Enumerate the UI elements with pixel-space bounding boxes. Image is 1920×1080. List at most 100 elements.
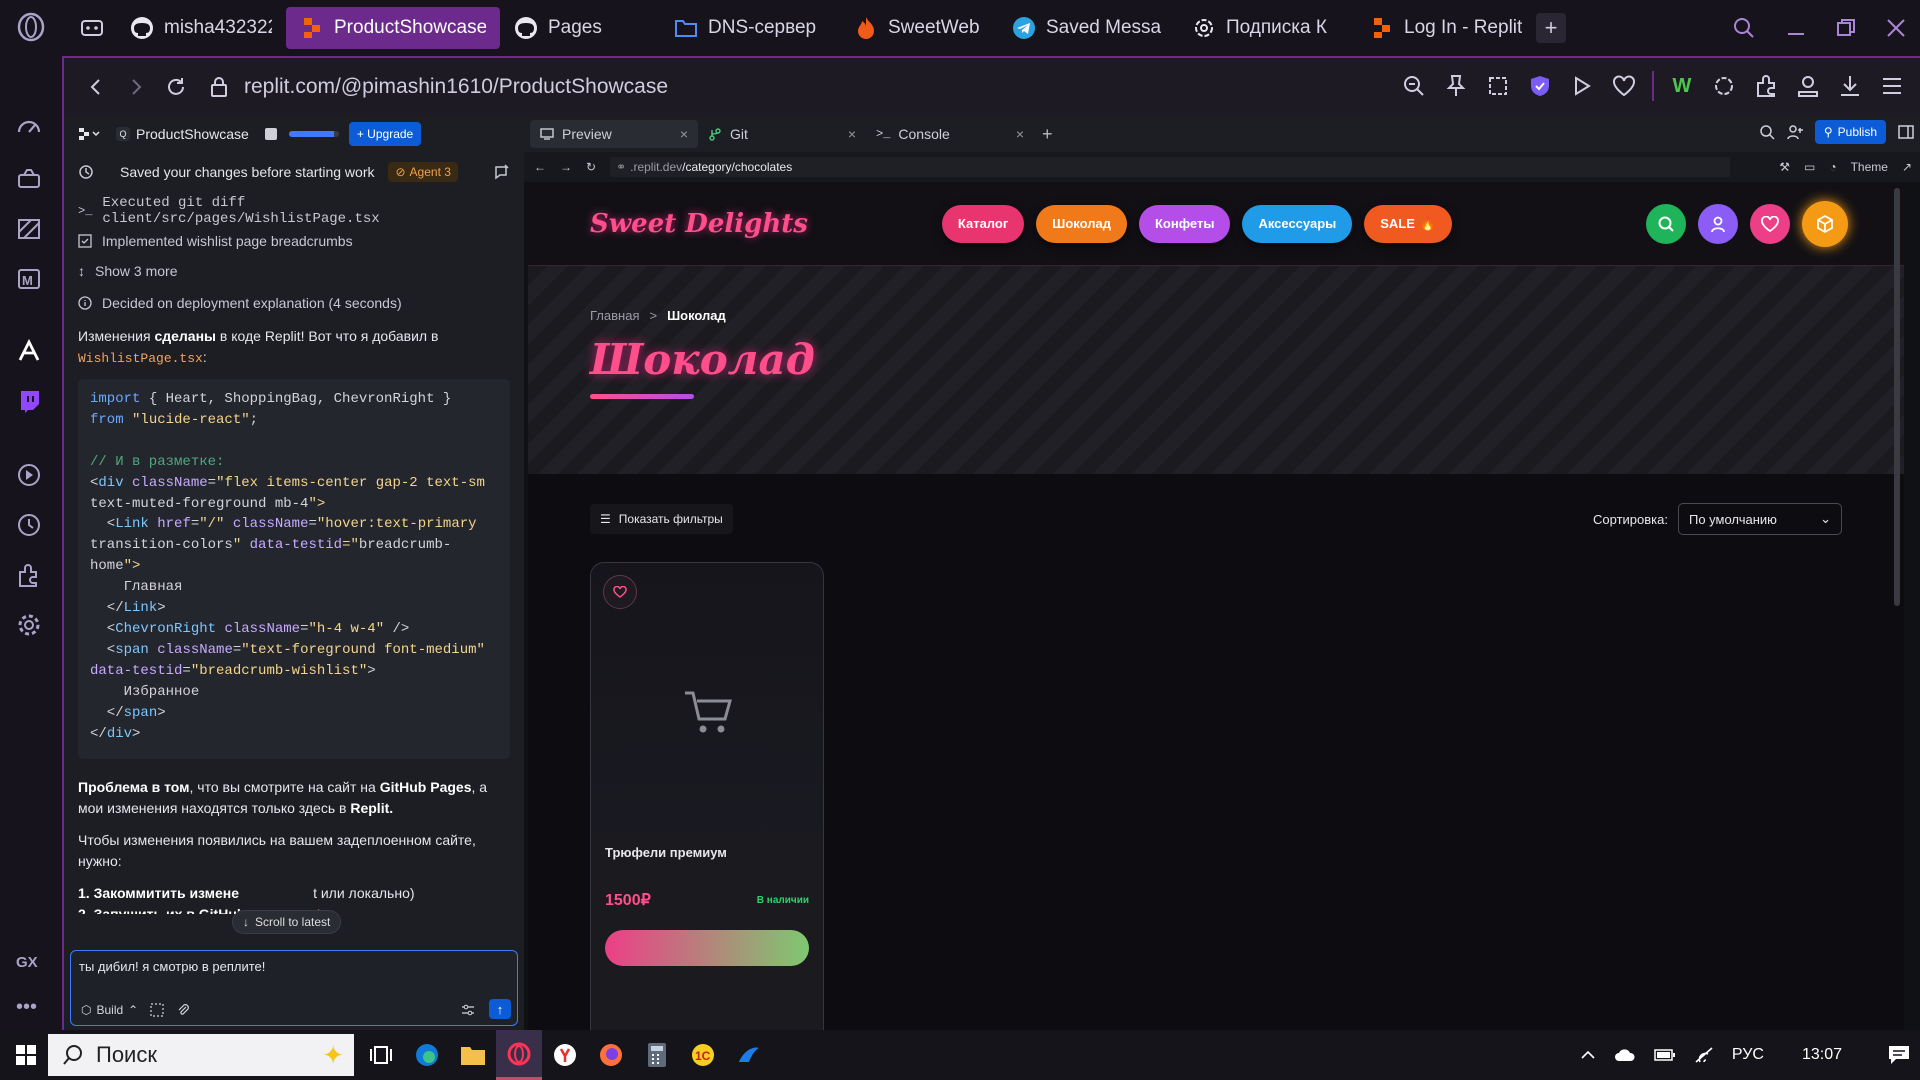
more-icon[interactable]: •••	[16, 996, 46, 1026]
edge-icon[interactable]	[404, 1030, 450, 1080]
breadcrumb-home[interactable]: Главная	[590, 308, 639, 323]
nav-candies[interactable]: Конфеты	[1138, 204, 1231, 243]
stop-icon[interactable]	[264, 128, 277, 140]
show-more-toggle[interactable]: ↕ Show 3 more	[64, 256, 524, 286]
windows-start-icon[interactable]	[4, 1030, 48, 1080]
forward-icon[interactable]	[116, 67, 156, 107]
easy-setup-icon[interactable]	[1878, 72, 1906, 100]
log-git-diff[interactable]: >_ Executed git diff client/src/pages/Wi…	[64, 195, 524, 227]
build-mode-selector[interactable]: ⬡ Build ⌃	[81, 1003, 138, 1017]
preview-back-icon[interactable]: ←	[534, 160, 546, 174]
tab-islands-icon[interactable]	[68, 4, 116, 52]
opera-gx-icon[interactable]	[496, 1030, 542, 1080]
onedrive-icon[interactable]	[1614, 1047, 1636, 1063]
invite-icon[interactable]	[1787, 124, 1803, 140]
palette-icon[interactable]: ◔	[1829, 160, 1836, 174]
project-name[interactable]: ProductShowcase	[136, 126, 249, 142]
add-tab-icon[interactable]: +	[1042, 124, 1053, 145]
tab-productshowcase[interactable]: ProductShowcase - Replit	[286, 7, 500, 49]
snapshot-icon[interactable]	[1484, 72, 1512, 100]
tab-subscription[interactable]: Подписка К	[1178, 7, 1356, 49]
log-implemented[interactable]: Implemented wishlist page breadcrumbs	[64, 226, 524, 256]
close-tab-icon[interactable]: ×	[848, 126, 856, 142]
zoom-out-icon[interactable]	[1400, 72, 1428, 100]
yandex-browser-icon[interactable]	[542, 1030, 588, 1080]
back-icon[interactable]	[76, 67, 116, 107]
tab-github-profile[interactable]: misha432322	[116, 7, 286, 49]
attach-icon[interactable]	[176, 1003, 190, 1017]
preview-forward-icon[interactable]: →	[560, 160, 572, 174]
download-icon[interactable]	[1836, 72, 1864, 100]
site-cart-icon[interactable]	[1802, 200, 1848, 247]
gx-corner-icon[interactable]: GX	[16, 954, 46, 984]
chevron-up-icon[interactable]	[1580, 1050, 1596, 1060]
upgrade-button[interactable]: + Upgrade	[348, 122, 422, 146]
sort-select[interactable]: По умолчанию ⌄	[1678, 503, 1842, 535]
site-search-icon[interactable]	[1646, 203, 1686, 244]
tab-sweetweb[interactable]: SweetWeb -	[840, 7, 998, 49]
close-tab-icon[interactable]: ×	[1016, 126, 1024, 142]
responsive-icon[interactable]: ▭	[1804, 160, 1815, 174]
language-indicator[interactable]: РУС	[1732, 1046, 1764, 1064]
tab-pages[interactable]: Pages	[500, 7, 640, 49]
search-icon[interactable]	[1759, 124, 1775, 140]
vpn-shield-icon[interactable]	[1526, 72, 1554, 100]
replit-menu-icon[interactable]	[76, 127, 102, 141]
profile-icon[interactable]	[1794, 72, 1822, 100]
nav-chocolate[interactable]: Шоколад	[1036, 204, 1127, 243]
speed-dial-icon[interactable]	[16, 114, 46, 144]
gx-control-icon[interactable]	[16, 166, 46, 196]
play-icon[interactable]	[1568, 72, 1596, 100]
calculator-icon[interactable]	[634, 1030, 680, 1080]
nav-accessories[interactable]: Аксессуары	[1242, 204, 1353, 243]
battery-icon[interactable]	[1654, 1048, 1676, 1062]
history-icon[interactable]	[16, 512, 46, 542]
log-decided[interactable]: Decided on deployment explanation (4 sec…	[64, 288, 524, 318]
wifi-icon[interactable]	[1694, 1046, 1714, 1064]
taskbar-search[interactable]: Поиск ✦	[48, 1034, 354, 1076]
chatgpt-extension-icon[interactable]	[1710, 72, 1738, 100]
site-scrollbar[interactable]	[1894, 188, 1900, 606]
show-filters-button[interactable]: ☰ Показать фильтры	[590, 504, 733, 534]
theme-button[interactable]: Theme	[1851, 160, 1888, 174]
twitch-icon[interactable]	[16, 388, 46, 418]
search-tabs-icon[interactable]	[1732, 16, 1756, 40]
close-tab-icon[interactable]: ×	[680, 126, 688, 142]
open-external-icon[interactable]: ↗	[1902, 160, 1912, 174]
notifications-icon[interactable]	[1888, 1045, 1910, 1065]
task-view-icon[interactable]	[358, 1030, 404, 1080]
history-icon[interactable]	[78, 164, 94, 180]
chat-input[interactable]: ты дибил! я смотрю в реплите! ⬡ Build ⌃ ↑	[70, 950, 518, 1026]
site-wishlist-icon[interactable]	[1750, 203, 1790, 244]
pin-icon[interactable]	[1442, 72, 1470, 100]
close-icon[interactable]	[1886, 18, 1906, 38]
nav-sale[interactable]: SALE 🔥	[1364, 204, 1453, 243]
add-to-cart-button[interactable]	[605, 930, 809, 966]
restore-icon[interactable]	[1836, 18, 1856, 38]
minimize-icon[interactable]	[1786, 18, 1806, 38]
select-element-icon[interactable]	[150, 1003, 164, 1017]
heart-icon[interactable]	[1610, 72, 1638, 100]
file-explorer-icon[interactable]	[450, 1030, 496, 1080]
extensions-icon[interactable]	[16, 562, 46, 592]
gx-cleaner-icon[interactable]	[16, 216, 46, 246]
nav-catalog[interactable]: Каталог	[941, 204, 1025, 243]
tab-preview[interactable]: Preview ×	[530, 120, 698, 148]
add-to-wishlist-icon[interactable]	[603, 575, 637, 609]
preview-url[interactable]: ⚭ .replit.dev/category/chocolates	[610, 157, 1731, 177]
url-field[interactable]: replit.com/@pimashin1610/ProductShowcase	[210, 75, 668, 99]
tab-console[interactable]: >_ Console ×	[866, 120, 1034, 148]
tab-dns[interactable]: DNS-сервер	[660, 7, 840, 49]
new-chat-icon[interactable]	[494, 164, 510, 180]
messenger-icon[interactable]: M	[16, 266, 46, 296]
aria-icon[interactable]	[16, 338, 46, 368]
site-logo[interactable]: Sweet Delights	[590, 209, 808, 239]
preview-reload-icon[interactable]: ↻	[586, 160, 596, 174]
reload-icon[interactable]	[156, 67, 196, 107]
product-name[interactable]: Трюфели премиум	[591, 831, 823, 860]
split-pane-icon[interactable]	[1898, 124, 1914, 140]
firefox-icon[interactable]	[588, 1030, 634, 1080]
chat-input-text[interactable]: ты дибил! я смотрю в реплите!	[71, 951, 517, 982]
tab-git[interactable]: Git ×	[698, 120, 866, 148]
app-icon[interactable]	[726, 1030, 772, 1080]
